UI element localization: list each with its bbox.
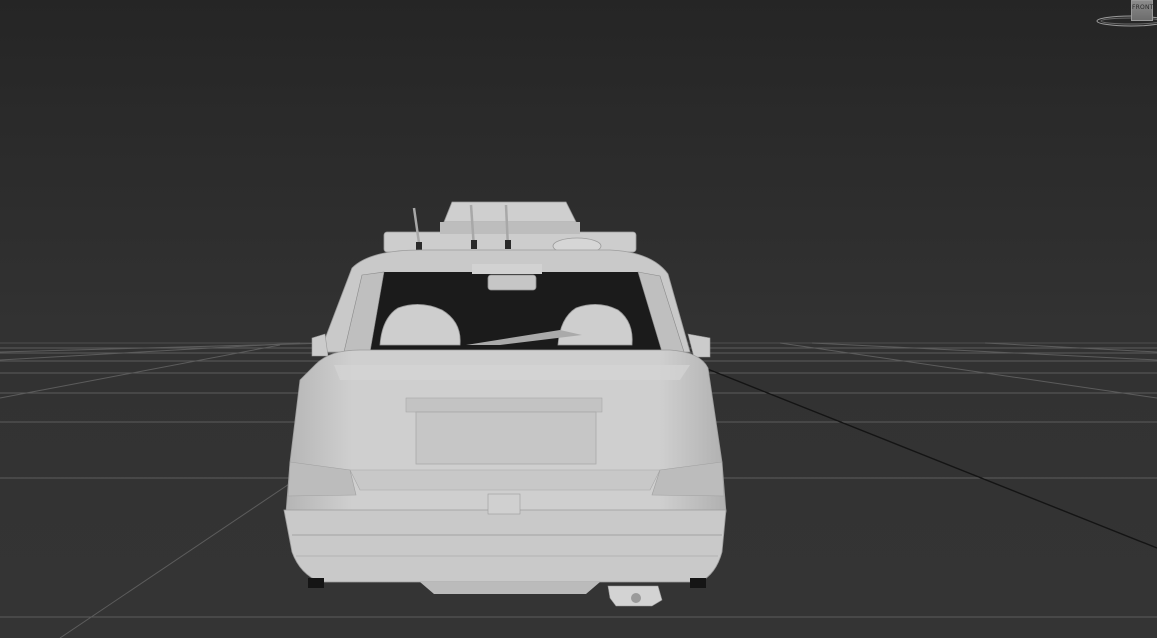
3d-viewport[interactable]: FRONT <box>0 0 1157 638</box>
tow-hitch <box>631 593 641 603</box>
light-bar-top <box>443 201 577 223</box>
police-car-model[interactable] <box>283 201 727 607</box>
license-plate-recess <box>405 397 603 413</box>
undercarriage <box>420 582 600 594</box>
viewport-scene <box>0 201 1157 638</box>
side-mirror-right <box>687 333 711 358</box>
rear-bumper <box>283 509 727 583</box>
side-mirror-left <box>311 333 329 357</box>
grid-axis-line <box>704 367 1157 549</box>
viewcube-face-front[interactable]: FRONT <box>1131 0 1153 21</box>
rearview-mirror <box>472 264 542 274</box>
viewcube-widget[interactable]: FRONT <box>1093 0 1157 30</box>
